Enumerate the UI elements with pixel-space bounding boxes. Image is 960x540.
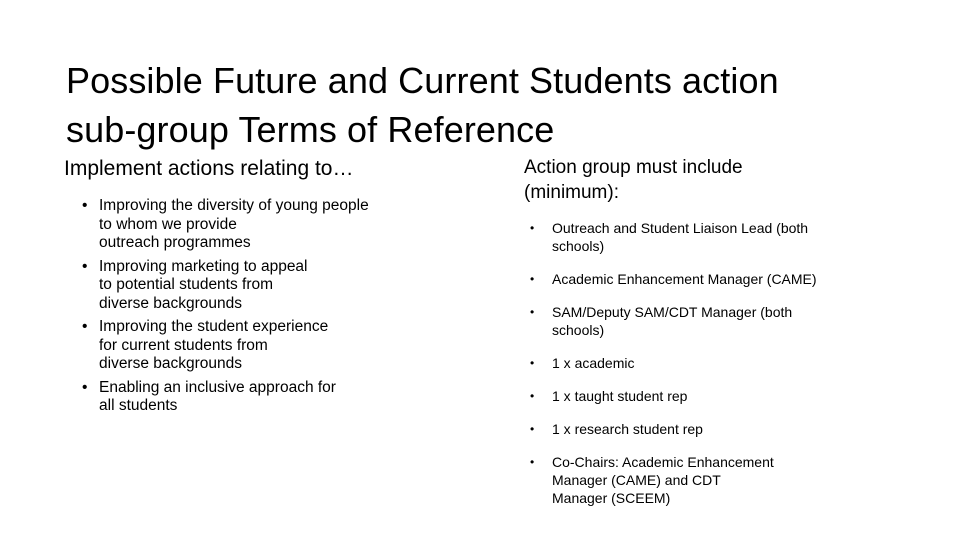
list-item: Academic Enhancement Manager (CAME) [526, 270, 922, 288]
list-item: Improving marketing to appeal to potenti… [80, 258, 502, 314]
list-item: Outreach and Student Liaison Lead (both … [526, 219, 922, 255]
list-item: Improving the student experience for cur… [80, 318, 502, 374]
right-column-heading: Action group must include (minimum): [524, 157, 743, 203]
list-item: 1 x taught student rep [526, 387, 922, 405]
left-bullet-list: Improving the diversity of young people … [62, 197, 502, 416]
list-item: Improving the diversity of young people … [80, 197, 502, 253]
list-item: 1 x academic [526, 354, 922, 372]
right-bullet-list: Outreach and Student Liaison Lead (both … [522, 219, 922, 507]
list-item: Enabling an inclusive approach for all s… [80, 379, 502, 416]
left-column-heading: Implement actions relating to… [64, 157, 354, 180]
slide-canvas: Possible Future and Current Students act… [0, 0, 960, 540]
list-item: Co-Chairs: Academic Enhancement Manager … [526, 453, 922, 507]
right-content-column: Action group must include (minimum): Out… [522, 155, 922, 522]
left-content-column: Implement actions relating to… Improving… [62, 155, 502, 421]
page-title: Possible Future and Current Students act… [66, 60, 779, 151]
list-item: SAM/Deputy SAM/CDT Manager (both schools… [526, 303, 922, 339]
list-item: 1 x research student rep [526, 420, 922, 438]
